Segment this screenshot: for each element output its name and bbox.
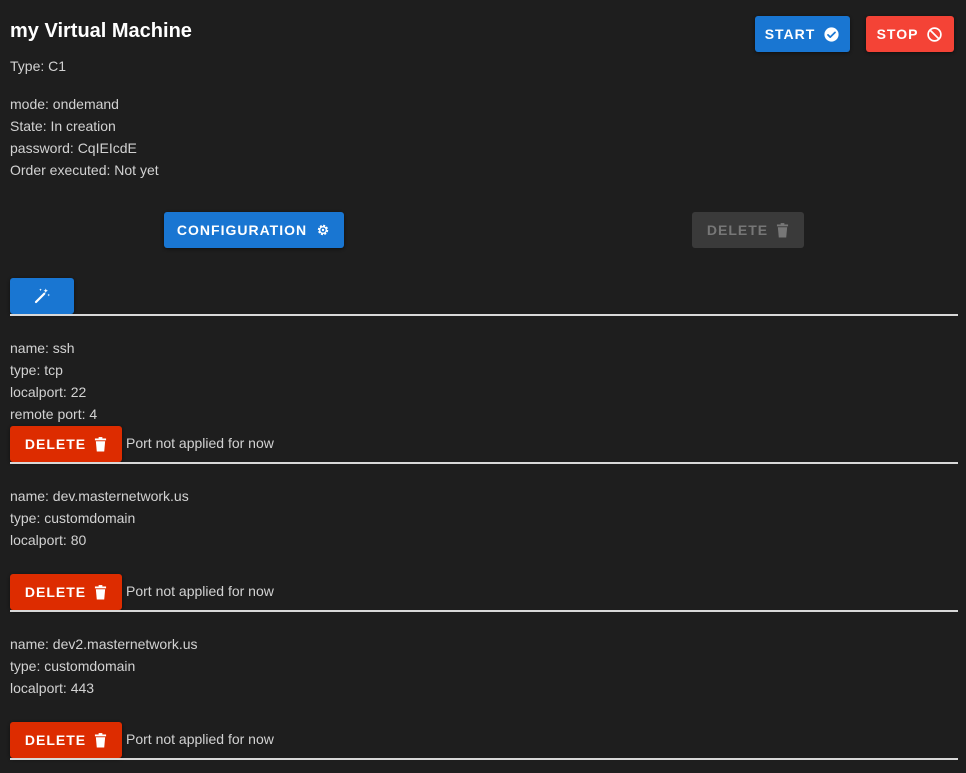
delete-port-label: DELETE xyxy=(24,584,87,600)
port-type: type: customdomain xyxy=(10,658,136,674)
port-status: Port not applied for now xyxy=(126,583,274,599)
check-circle-icon xyxy=(823,26,840,43)
configuration-button[interactable]: CONFIGURATION xyxy=(164,212,344,248)
magic-wand-icon xyxy=(33,287,51,305)
vm-detail-page: my Virtual Machine START STOP Type: C1 m… xyxy=(0,0,966,773)
block-icon xyxy=(926,26,943,43)
start-label: START xyxy=(764,26,816,42)
port-remoteport: remote port: 4 xyxy=(10,406,98,422)
port-localport: localport: 80 xyxy=(10,532,87,548)
magic-wand-button[interactable] xyxy=(10,278,74,314)
vm-title: my Virtual Machine xyxy=(10,20,192,42)
port-type: type: tcp xyxy=(10,362,63,378)
divider xyxy=(10,314,958,316)
vm-state: State: In creation xyxy=(10,118,116,134)
divider xyxy=(10,610,958,612)
trash-icon xyxy=(776,222,789,238)
port-name: name: ssh xyxy=(10,340,75,356)
vm-order-status: Order executed: Not yet xyxy=(10,162,159,178)
delete-port-button[interactable]: DELETE xyxy=(10,426,122,462)
vm-mode: mode: ondemand xyxy=(10,96,119,112)
delete-port-label: DELETE xyxy=(24,436,87,452)
delete-port-button[interactable]: DELETE xyxy=(10,574,122,610)
port-localport: localport: 22 xyxy=(10,384,87,400)
delete-port-button[interactable]: DELETE xyxy=(10,722,122,758)
delete-vm-button[interactable]: DELETE xyxy=(692,212,804,248)
stop-label: STOP xyxy=(876,26,919,42)
vm-password: password: CqIEIcdE xyxy=(10,140,137,156)
divider xyxy=(10,758,958,760)
port-localport: localport: 443 xyxy=(10,680,95,696)
port-name: name: dev.masternetwork.us xyxy=(10,488,189,504)
configuration-label: CONFIGURATION xyxy=(176,222,308,238)
port-status: Port not applied for now xyxy=(126,731,274,747)
divider xyxy=(10,462,958,464)
port-status: Port not applied for now xyxy=(126,435,274,451)
delete-vm-label: DELETE xyxy=(706,222,769,238)
vm-type: Type: C1 xyxy=(10,58,67,74)
delete-port-label: DELETE xyxy=(24,732,87,748)
gear-icon xyxy=(315,222,331,238)
trash-icon xyxy=(94,584,107,600)
port-type: type: customdomain xyxy=(10,510,136,526)
port-name: name: dev2.masternetwork.us xyxy=(10,636,198,652)
trash-icon xyxy=(94,732,107,748)
start-button[interactable]: START xyxy=(755,16,850,52)
stop-button[interactable]: STOP xyxy=(866,16,954,52)
trash-icon xyxy=(94,436,107,452)
